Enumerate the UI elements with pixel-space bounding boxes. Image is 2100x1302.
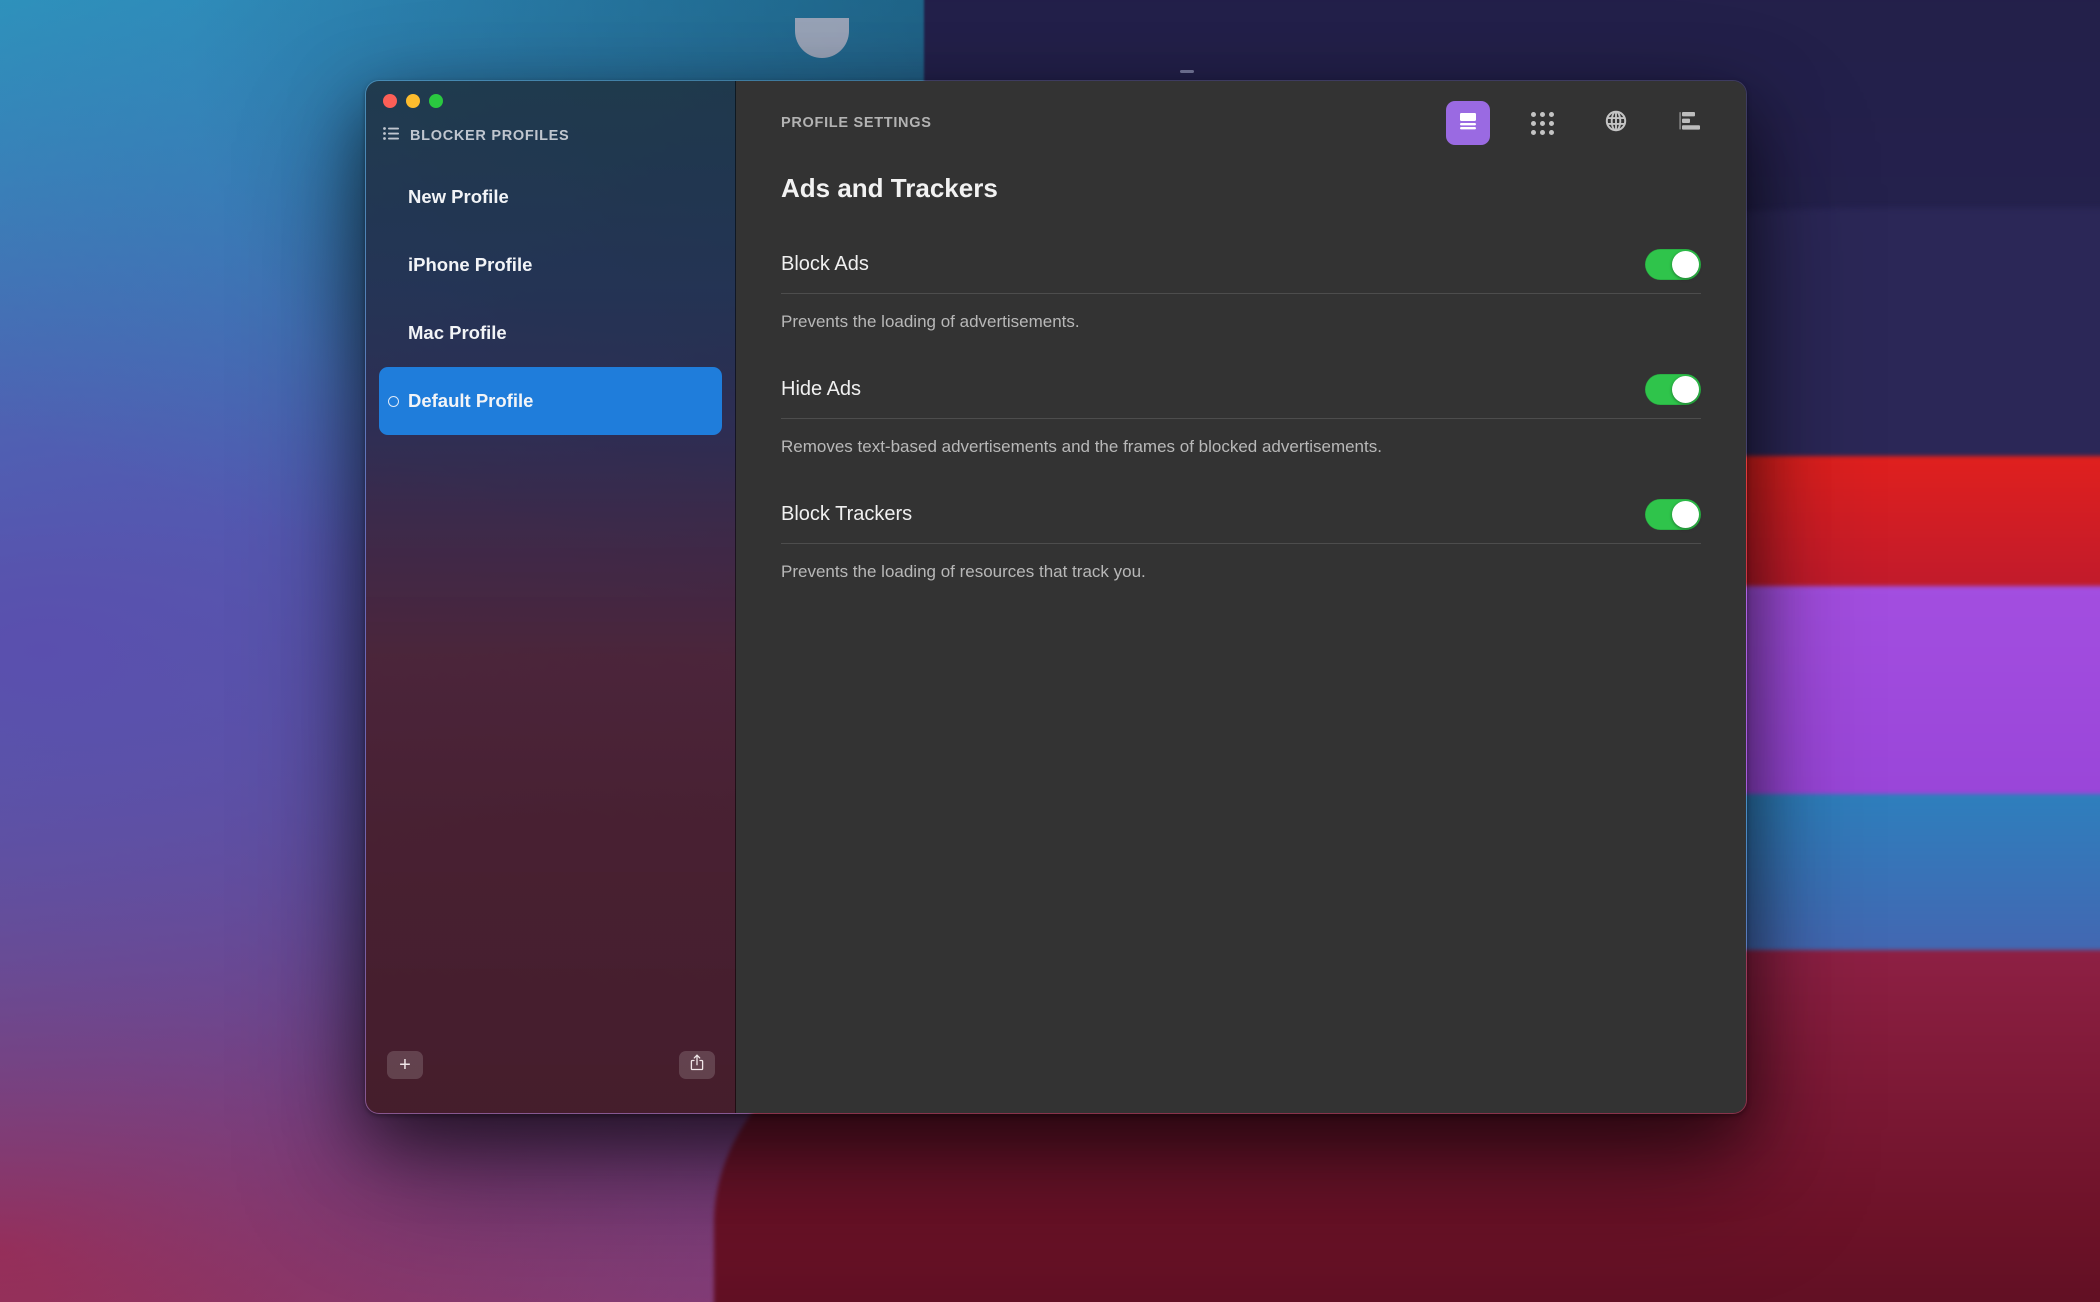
toggle-knob	[1672, 251, 1699, 278]
setting-row-header: Block Ads	[781, 236, 1701, 294]
sidebar-item-label: New Profile	[408, 186, 509, 207]
sidebar-item-label: iPhone Profile	[408, 254, 533, 275]
desktop-wallpaper: BLOCKER PROFILES New Profile iPhone Prof…	[0, 0, 2100, 1302]
profile-list: New Profile iPhone Profile Mac Profile D…	[366, 149, 735, 435]
tab-statistics[interactable]	[1668, 101, 1712, 145]
page-title: Ads and Trackers	[781, 173, 998, 203]
setting-label: Block Ads	[781, 253, 869, 275]
active-profile-icon	[388, 395, 399, 407]
window-traffic-lights	[383, 94, 443, 108]
main-topbar: PROFILE SETTINGS	[736, 81, 1746, 149]
setting-row-block-trackers: Block Trackers Prevents the loading of r…	[781, 486, 1701, 604]
globe-icon	[1604, 109, 1628, 138]
grid-icon	[1530, 111, 1554, 135]
sidebar-header: BLOCKER PROFILES	[366, 81, 735, 149]
tab-websites[interactable]	[1594, 101, 1638, 145]
settings-list: Block Ads Prevents the loading of advert…	[736, 204, 1746, 611]
main-topbar-label: PROFILE SETTINGS	[781, 115, 932, 131]
sidebar: BLOCKER PROFILES New Profile iPhone Prof…	[366, 81, 736, 1113]
minimize-button[interactable]	[406, 94, 420, 108]
plus-icon: +	[399, 1054, 411, 1076]
sidebar-item-iphone-profile[interactable]: iPhone Profile	[379, 231, 722, 299]
sidebar-item-label: Mac Profile	[408, 322, 507, 343]
setting-row-hide-ads: Hide Ads Removes text-based advertisemen…	[781, 361, 1701, 479]
sidebar-item-mac-profile[interactable]: Mac Profile	[379, 299, 722, 367]
background-window-tick	[1180, 70, 1194, 73]
setting-description: Prevents the loading of resources that t…	[781, 562, 1146, 581]
tab-grid-view[interactable]	[1520, 101, 1564, 145]
setting-label: Block Trackers	[781, 503, 913, 525]
sidebar-item-default-profile[interactable]: Default Profile	[379, 367, 722, 435]
block-trackers-toggle[interactable]	[1645, 499, 1701, 530]
sidebar-item-label: Default Profile	[408, 390, 534, 411]
sidebar-filler	[366, 435, 735, 1035]
sidebar-header-label: BLOCKER PROFILES	[410, 128, 570, 144]
sidebar-footer: +	[366, 1035, 735, 1113]
toggle-knob	[1672, 501, 1699, 528]
list-icon	[383, 127, 399, 145]
bar-chart-icon	[1678, 110, 1702, 137]
share-icon	[689, 1054, 705, 1076]
hide-ads-toggle[interactable]	[1645, 374, 1701, 405]
setting-description: Prevents the loading of advertisements.	[781, 312, 1080, 331]
view-toolbar	[1446, 101, 1722, 145]
main-content: PROFILE SETTINGS Ads and Trackers Block …	[736, 81, 1746, 1113]
blocker-list-icon	[1457, 111, 1479, 136]
share-profile-button[interactable]	[679, 1051, 715, 1079]
setting-row-header: Hide Ads	[781, 361, 1701, 419]
setting-description: Removes text-based advertisements and th…	[781, 437, 1382, 456]
toggle-knob	[1672, 376, 1699, 403]
setting-label: Hide Ads	[781, 378, 862, 400]
zoom-button[interactable]	[429, 94, 443, 108]
setting-row-header: Block Trackers	[781, 486, 1701, 544]
close-button[interactable]	[383, 94, 397, 108]
setting-row-block-ads: Block Ads Prevents the loading of advert…	[781, 236, 1701, 354]
block-ads-toggle[interactable]	[1645, 249, 1701, 280]
add-profile-button[interactable]: +	[387, 1051, 423, 1079]
sidebar-item-new-profile[interactable]: New Profile	[379, 163, 722, 231]
app-window: BLOCKER PROFILES New Profile iPhone Prof…	[365, 80, 1747, 1114]
tab-content-blockers[interactable]	[1446, 101, 1490, 145]
